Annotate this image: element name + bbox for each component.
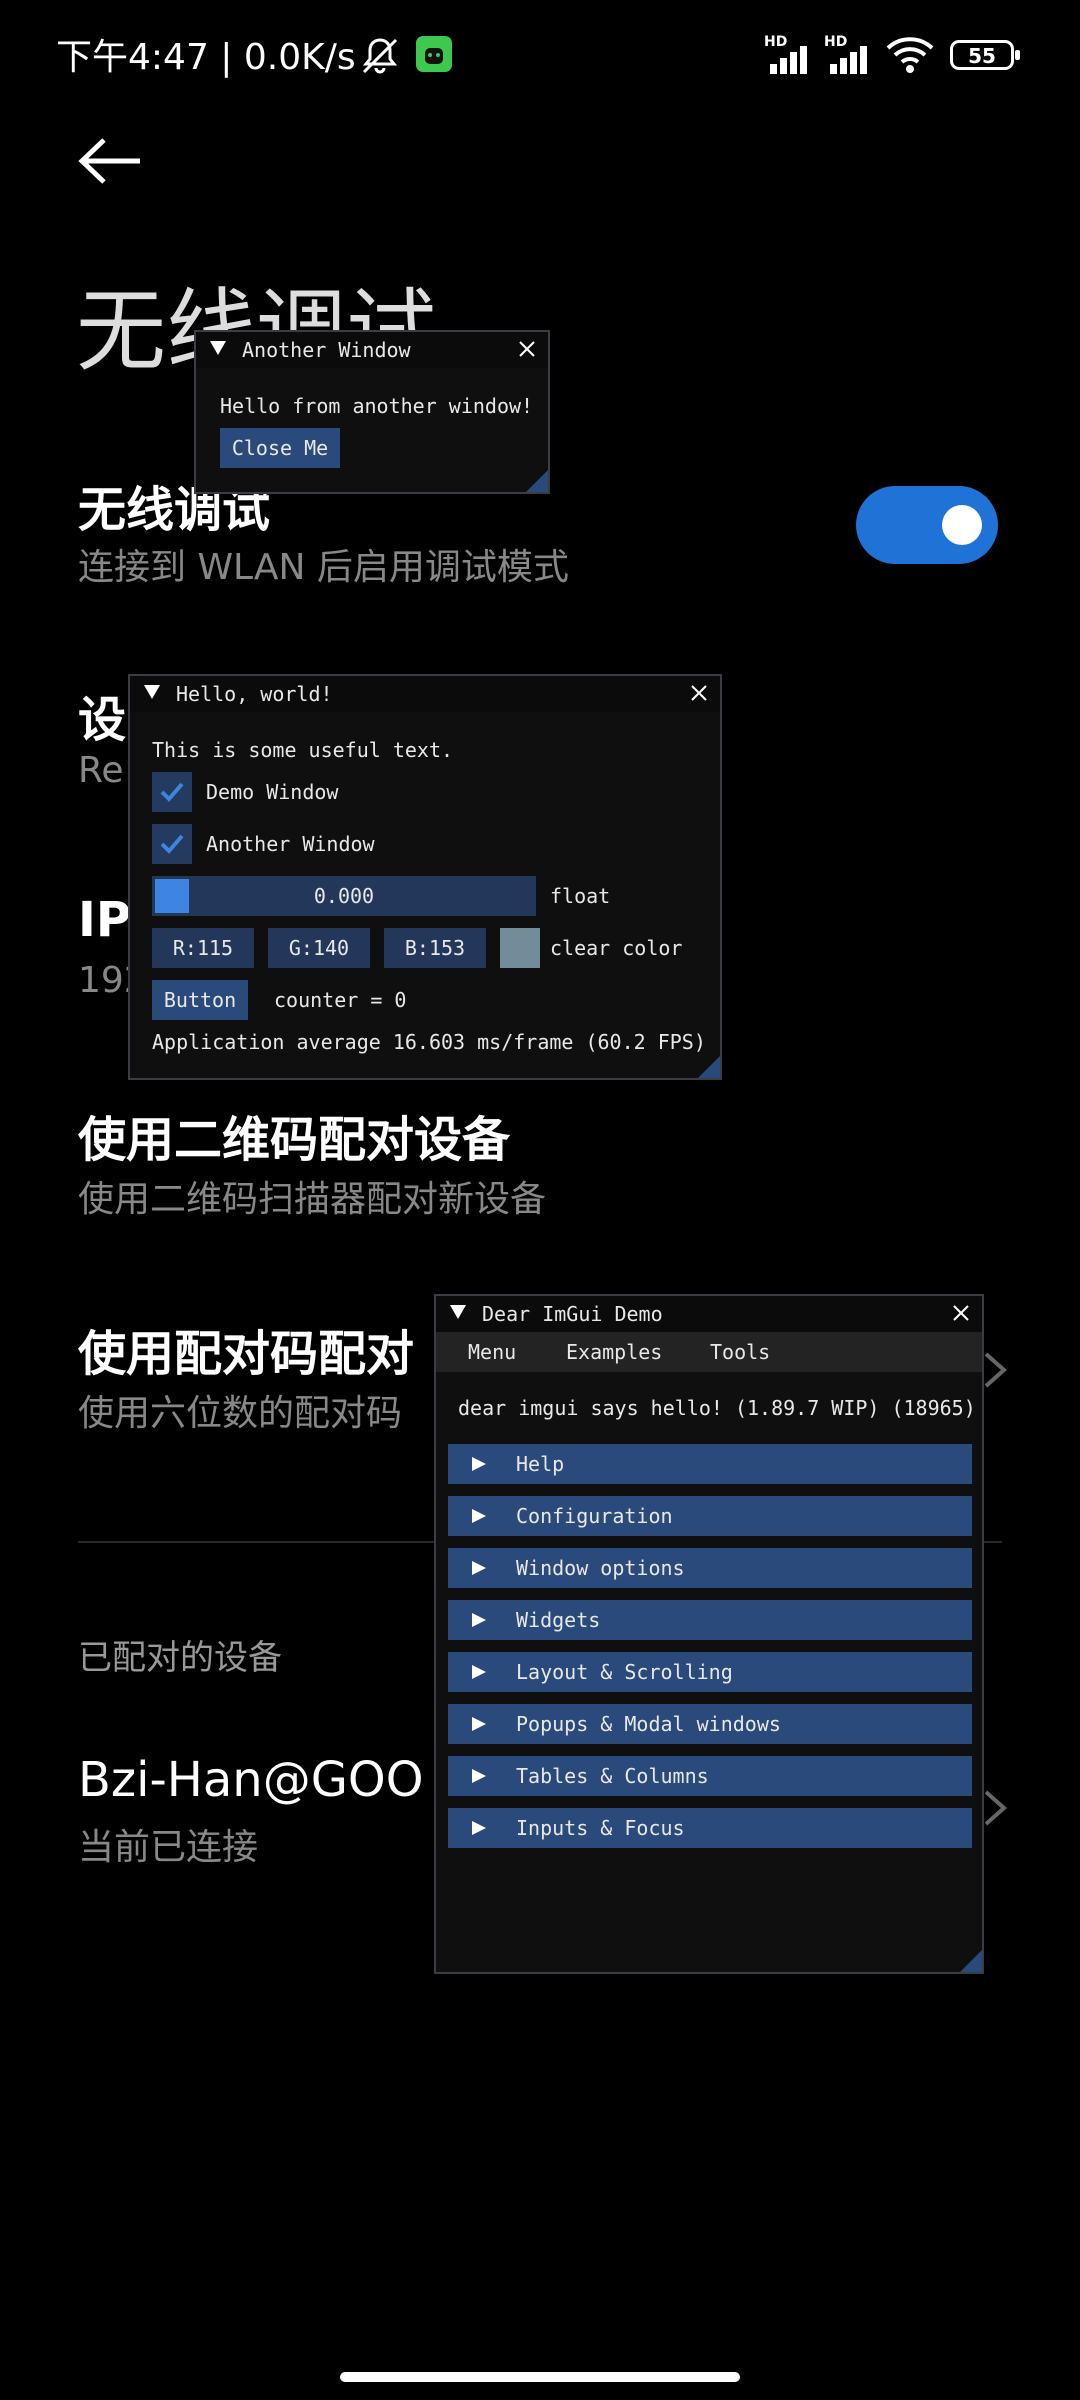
header-label: Popups & Modal windows (516, 1712, 781, 1736)
header-label: Tables & Columns (516, 1764, 709, 1788)
demo-window-label: Demo Window (206, 780, 339, 804)
header-label: Help (516, 1452, 565, 1476)
counter-text: counter = 0 (274, 988, 407, 1012)
color-r-field[interactable]: R:115 (152, 928, 254, 968)
qr-pair-title[interactable]: 使用二维码配对设备 (78, 1100, 510, 1170)
paired-device-status: 当前已连接 (78, 1827, 259, 1868)
paired-devices-header: 已配对的设备 (78, 1638, 282, 1678)
hello-world-window[interactable]: Hello, world! This is some useful text. … (128, 674, 722, 1080)
resize-grip[interactable] (698, 1056, 720, 1078)
another-window-title: Another Window (242, 338, 411, 362)
expand-arrow-icon (472, 1821, 486, 1835)
fps-text: Application average 16.603 ms/frame (60.… (152, 1030, 706, 1054)
another-window-checkbox[interactable] (152, 824, 192, 864)
header-label: Inputs & Focus (516, 1816, 685, 1840)
checkmark-icon (160, 834, 184, 854)
status-bar: 下午4:47 | 0.0K/s HD HD 55 (0, 0, 1080, 110)
header-popups-modal[interactable]: Popups & Modal windows (448, 1704, 972, 1744)
device-name-title[interactable]: 设 (78, 680, 126, 750)
menu-tools[interactable]: Tools (710, 1340, 770, 1364)
qr-pair-subtitle: 使用二维码扫描器配对新设备 (78, 1179, 547, 1220)
collapse-arrow-icon[interactable] (210, 341, 226, 355)
header-label: Window options (516, 1556, 685, 1580)
close-me-button[interactable]: Close Me (220, 428, 340, 468)
header-label: Widgets (516, 1608, 601, 1632)
collapse-arrow-icon[interactable] (144, 685, 160, 699)
header-widgets[interactable]: Widgets (448, 1600, 972, 1640)
signal-sim2-icon: HD (824, 34, 874, 74)
notifications-muted-icon (362, 38, 398, 74)
hello-window-titlebar[interactable]: Hello, world! (130, 676, 720, 712)
color-b-field[interactable]: B:153 (384, 928, 486, 968)
demo-window-title: Dear ImGui Demo (482, 1302, 663, 1326)
header-layout-scrolling[interactable]: Layout & Scrolling (448, 1652, 972, 1692)
header-label: Layout & Scrolling (516, 1660, 733, 1684)
header-label: Configuration (516, 1504, 673, 1528)
resize-grip[interactable] (960, 1950, 982, 1972)
checkmark-icon (160, 782, 184, 802)
header-help[interactable]: Help (448, 1444, 972, 1484)
useful-text: This is some useful text. (152, 738, 454, 762)
slider-grab[interactable] (155, 879, 189, 913)
battery-level: 55 (968, 44, 996, 68)
close-icon[interactable] (518, 340, 536, 358)
code-pair-subtitle: 使用六位数的配对码 (78, 1393, 403, 1434)
resize-grip[interactable] (526, 470, 548, 492)
demo-hello-text: dear imgui says hello! (1.89.7 WIP) (189… (458, 1396, 976, 1420)
slider-label: float (550, 884, 611, 908)
expand-arrow-icon (472, 1457, 486, 1471)
demo-window-checkbox[interactable] (152, 772, 192, 812)
slider-value: 0.000 (313, 884, 375, 908)
header-configuration[interactable]: Configuration (448, 1496, 972, 1536)
header-inputs-focus[interactable]: Inputs & Focus (448, 1808, 972, 1848)
hello-window-title: Hello, world! (176, 682, 333, 706)
back-arrow-icon[interactable] (76, 136, 146, 186)
chevron-right-icon (984, 1352, 1008, 1388)
counter-button[interactable]: Button (152, 980, 248, 1020)
close-icon[interactable] (952, 1304, 970, 1322)
another-window-titlebar[interactable]: Another Window (196, 332, 548, 368)
expand-arrow-icon (472, 1717, 486, 1731)
device-name-subtitle: Re (78, 750, 124, 791)
ip-address-title: IP (78, 892, 132, 948)
code-pair-title[interactable]: 使用配对码配对 (78, 1314, 414, 1384)
demo-window-titlebar[interactable]: Dear ImGui Demo (436, 1296, 982, 1332)
expand-arrow-icon (472, 1769, 486, 1783)
clear-color-swatch[interactable] (500, 928, 540, 968)
battery-icon: 55 (950, 40, 1020, 70)
paired-device-name[interactable]: Bzi-Han@GOO (78, 1752, 423, 1808)
wireless-debugging-toggle[interactable] (856, 486, 998, 564)
demo-menubar: Menu Examples Tools (436, 1332, 982, 1372)
close-icon[interactable] (690, 684, 708, 702)
header-window-options[interactable]: Window options (448, 1548, 972, 1588)
another-window-text: Hello from another window! (220, 394, 534, 418)
android-icon (416, 36, 452, 72)
collapse-arrow-icon[interactable] (450, 1305, 466, 1319)
toggle-knob (942, 505, 982, 545)
another-window[interactable]: Another Window Hello from another window… (194, 330, 550, 494)
expand-arrow-icon (472, 1561, 486, 1575)
signal-sim1-icon: HD (764, 34, 814, 74)
wifi-icon (886, 37, 934, 73)
clear-color-label: clear color (550, 936, 683, 960)
expand-arrow-icon (472, 1509, 486, 1523)
chevron-right-icon (984, 1790, 1008, 1826)
color-g-field[interactable]: G:140 (268, 928, 370, 968)
expand-arrow-icon (472, 1665, 486, 1679)
menu-examples[interactable]: Examples (566, 1340, 662, 1364)
expand-arrow-icon (472, 1613, 486, 1627)
menu-menu[interactable]: Menu (468, 1340, 516, 1364)
header-tables-columns[interactable]: Tables & Columns (448, 1756, 972, 1796)
wireless-debugging-subtitle: 连接到 WLAN 后启用调试模式 (78, 547, 569, 588)
float-slider[interactable]: 0.000 (152, 876, 536, 916)
imgui-demo-window[interactable]: Dear ImGui Demo Menu Examples Tools dear… (434, 1294, 984, 1974)
another-window-label: Another Window (206, 832, 375, 856)
home-indicator[interactable] (340, 2372, 740, 2382)
status-time: 下午4:47 | 0.0K/s (56, 37, 356, 78)
